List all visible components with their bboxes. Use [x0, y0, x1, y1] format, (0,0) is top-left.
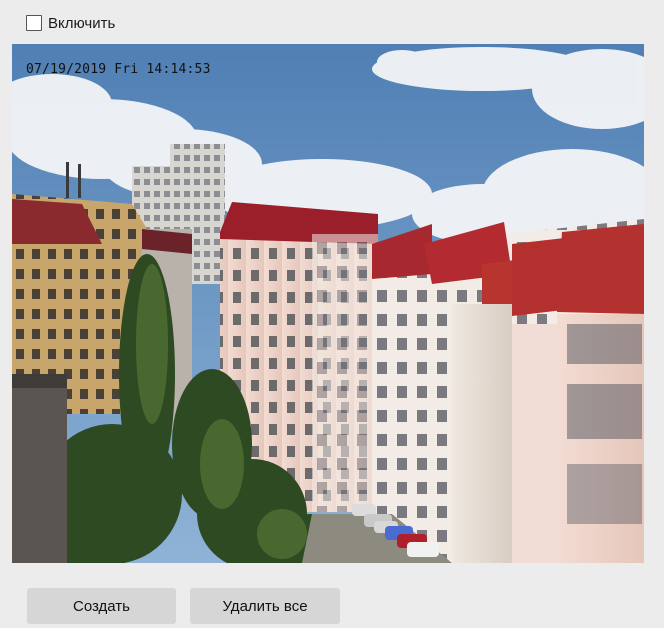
mask-settings-panel: Включить 07/19/2019 Fri 14:14:53 Создать… [0, 0, 664, 628]
camera-image [12, 44, 644, 563]
osd-timestamp: 07/19/2019 Fri 14:14:53 [26, 62, 211, 77]
enable-toggle[interactable]: Включить [26, 12, 115, 34]
camera-preview[interactable]: 07/19/2019 Fri 14:14:53 [12, 44, 644, 563]
create-button[interactable]: Создать [27, 588, 176, 624]
delete-all-button[interactable]: Удалить все [190, 588, 340, 624]
enable-label: Включить [48, 14, 116, 32]
enable-checkbox[interactable] [26, 15, 42, 31]
